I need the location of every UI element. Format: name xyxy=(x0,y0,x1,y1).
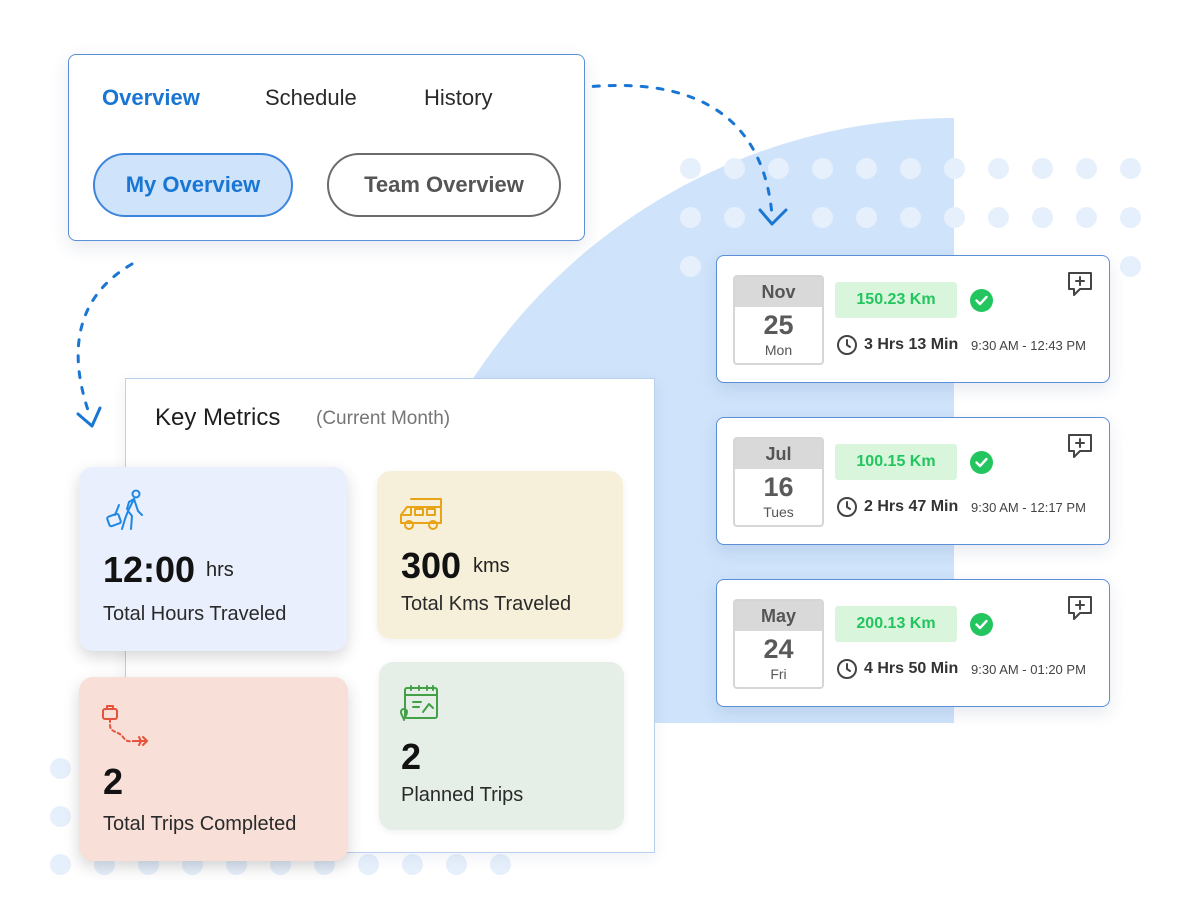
trip-time-range: 9:30 AM - 12:17 PM xyxy=(971,500,1086,515)
trip-card[interactable]: Jul 16 Tues 100.15 Km 2 Hrs 47 Min 9:30 … xyxy=(716,417,1110,545)
luggage-to-plane-route-icon xyxy=(102,705,148,746)
hours-unit: hrs xyxy=(206,559,234,581)
check-circle-icon xyxy=(970,289,993,312)
trip-card[interactable]: Nov 25 Mon 150.23 Km 3 Hrs 13 Min 9:30 A… xyxy=(716,255,1110,383)
distance-badge: 100.15 Km xyxy=(835,444,957,480)
trips-completed-value: 2 xyxy=(103,761,124,802)
calendar-weekday: Mon xyxy=(764,342,793,358)
calendar-weekday: Fri xyxy=(770,666,787,682)
planned-trips-label: Planned Trips xyxy=(401,784,524,806)
metric-card-planned-trips[interactable]: 2 Planned Trips xyxy=(379,662,624,830)
key-metrics-title: Key Metrics xyxy=(155,404,281,431)
planned-trips-value: 2 xyxy=(401,736,422,777)
add-comment-icon[interactable] xyxy=(1066,432,1094,460)
hours-label: Total Hours Traveled xyxy=(103,603,287,625)
trip-time-range: 9:30 AM - 12:43 PM xyxy=(971,338,1086,353)
add-comment-icon[interactable] xyxy=(1066,594,1094,622)
camper-van-icon xyxy=(400,498,442,530)
kms-value: 300 xyxy=(401,545,462,586)
clock-icon xyxy=(837,335,857,355)
team-overview-button[interactable]: Team Overview xyxy=(327,153,561,217)
calendar-day: 16 xyxy=(763,472,794,502)
check-circle-icon xyxy=(970,451,993,474)
trip-card[interactable]: May 24 Fri 200.13 Km 4 Hrs 50 Min 9:30 A… xyxy=(716,579,1110,707)
calendar-month: Jul xyxy=(735,439,822,469)
tab-history[interactable]: History xyxy=(424,85,492,111)
distance-badge: 150.23 Km xyxy=(835,282,957,318)
overview-tabs-card: Overview Schedule History My Overview Te… xyxy=(68,54,585,241)
trips-completed-label: Total Trips Completed xyxy=(103,813,297,835)
kms-unit: kms xyxy=(473,555,510,577)
trip-duration: 2 Hrs 47 Min xyxy=(864,498,959,515)
calendar-map-pin-icon xyxy=(400,685,438,721)
metric-card-hours[interactable]: 12:00 hrs Total Hours Traveled xyxy=(79,467,347,651)
tab-overview[interactable]: Overview xyxy=(102,85,200,111)
calendar-day: 24 xyxy=(763,634,794,664)
trip-time-range: 9:30 AM - 01:20 PM xyxy=(971,662,1086,677)
hours-value: 12:00 xyxy=(103,549,196,590)
calendar-day: 25 xyxy=(763,310,794,340)
calendar-month: May xyxy=(735,601,822,631)
trip-duration: 4 Hrs 50 Min xyxy=(864,660,959,677)
calendar-weekday: Tues xyxy=(763,504,794,520)
metric-card-kms[interactable]: 300 kms Total Kms Traveled xyxy=(377,471,623,639)
my-overview-button[interactable]: My Overview xyxy=(93,153,293,217)
add-comment-icon[interactable] xyxy=(1066,270,1094,298)
calendar-date: Jul 16 Tues xyxy=(733,437,824,527)
clock-icon xyxy=(837,497,857,517)
traveler-luggage-icon xyxy=(106,489,143,530)
clock-icon xyxy=(837,659,857,679)
calendar-month: Nov xyxy=(735,277,822,307)
kms-label: Total Kms Traveled xyxy=(401,593,572,615)
metric-card-trips-completed[interactable]: 2 Total Trips Completed xyxy=(79,677,348,861)
trip-duration: 3 Hrs 13 Min xyxy=(864,336,959,353)
calendar-date: Nov 25 Mon xyxy=(733,275,824,365)
check-circle-icon xyxy=(970,613,993,636)
calendar-date: May 24 Fri xyxy=(733,599,824,689)
key-metrics-subtitle: (Current Month) xyxy=(316,408,451,429)
tab-schedule[interactable]: Schedule xyxy=(265,85,357,111)
distance-badge: 200.13 Km xyxy=(835,606,957,642)
